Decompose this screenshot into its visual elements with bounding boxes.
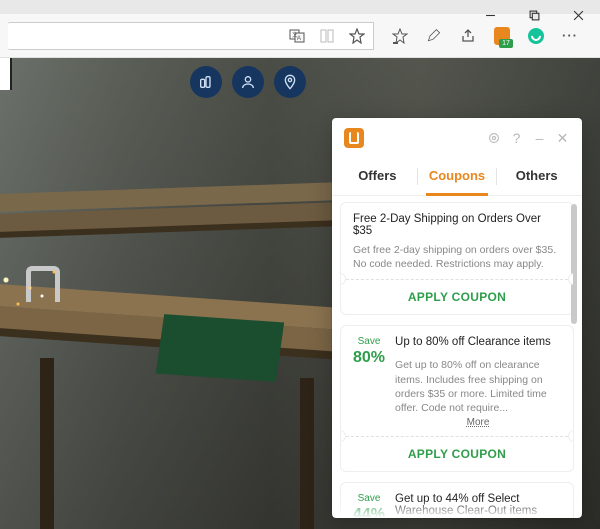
favorite-star-icon[interactable] xyxy=(349,28,365,44)
coupon-discount: Save80% xyxy=(353,336,385,428)
site-logo-edge xyxy=(0,58,12,90)
window-maximize-button[interactable] xyxy=(512,0,556,30)
svg-text:A: A xyxy=(297,36,301,42)
coupon-description: Get free 2-day shipping on orders over $… xyxy=(353,243,561,271)
site-header-buttons xyxy=(190,66,306,98)
coupon-description: Get up to 80% off on clearance items. In… xyxy=(395,358,561,415)
coupon-extension-icon[interactable] xyxy=(494,28,510,44)
window-close-button[interactable] xyxy=(556,0,600,30)
coupon-card: Save80% Up to 80% off Clearance items Ge… xyxy=(340,325,574,472)
popup-tabs: Offers Coupons Others xyxy=(332,158,582,196)
popup-close-icon[interactable]: ✕ xyxy=(555,131,570,146)
share-icon[interactable] xyxy=(460,28,476,44)
coupon-title: Up to 80% off Clearance items xyxy=(395,336,561,348)
coupon-list[interactable]: Free 2-Day Shipping on Orders Over $35 G… xyxy=(332,196,582,518)
tab-offers[interactable]: Offers xyxy=(338,158,417,195)
tab-others[interactable]: Others xyxy=(497,158,576,195)
coupon-card: Free 2-Day Shipping on Orders Over $35 G… xyxy=(340,202,574,315)
grammarly-extension-icon[interactable] xyxy=(528,28,544,44)
webpage-content: ? – ✕ Offers Coupons Others Free 2-Day S… xyxy=(0,58,600,529)
list-fade-overlay xyxy=(340,500,568,518)
help-icon[interactable]: ? xyxy=(509,131,524,146)
coupon-extension-popup: ? – ✕ Offers Coupons Others Free 2-Day S… xyxy=(332,118,582,518)
settings-gear-icon[interactable] xyxy=(486,131,501,146)
url-input[interactable] xyxy=(8,22,281,50)
omnibox-actions: 文A xyxy=(281,22,374,50)
more-link[interactable]: More xyxy=(395,417,561,428)
apply-coupon-button[interactable]: APPLY COUPON xyxy=(341,436,573,471)
reader-icon[interactable] xyxy=(319,28,335,44)
translate-icon[interactable]: 文A xyxy=(289,28,305,44)
window-minimize-button[interactable] xyxy=(468,0,512,30)
apply-coupon-button[interactable]: APPLY COUPON xyxy=(341,279,573,314)
coupon-title: Free 2-Day Shipping on Orders Over $35 xyxy=(353,213,561,237)
account-button[interactable] xyxy=(232,66,264,98)
tab-coupons[interactable]: Coupons xyxy=(418,158,497,195)
window-controls xyxy=(468,0,600,30)
more-menu-button[interactable]: ··· xyxy=(562,28,578,44)
products-button[interactable] xyxy=(190,66,222,98)
popup-minimize-icon[interactable]: – xyxy=(532,131,547,146)
popup-header: ? – ✕ xyxy=(332,118,582,158)
location-button[interactable] xyxy=(274,66,306,98)
pen-icon[interactable] xyxy=(426,28,442,44)
favorites-list-icon[interactable] xyxy=(392,28,408,44)
popup-logo-icon xyxy=(344,128,364,148)
scrollbar-track[interactable] xyxy=(572,196,580,518)
